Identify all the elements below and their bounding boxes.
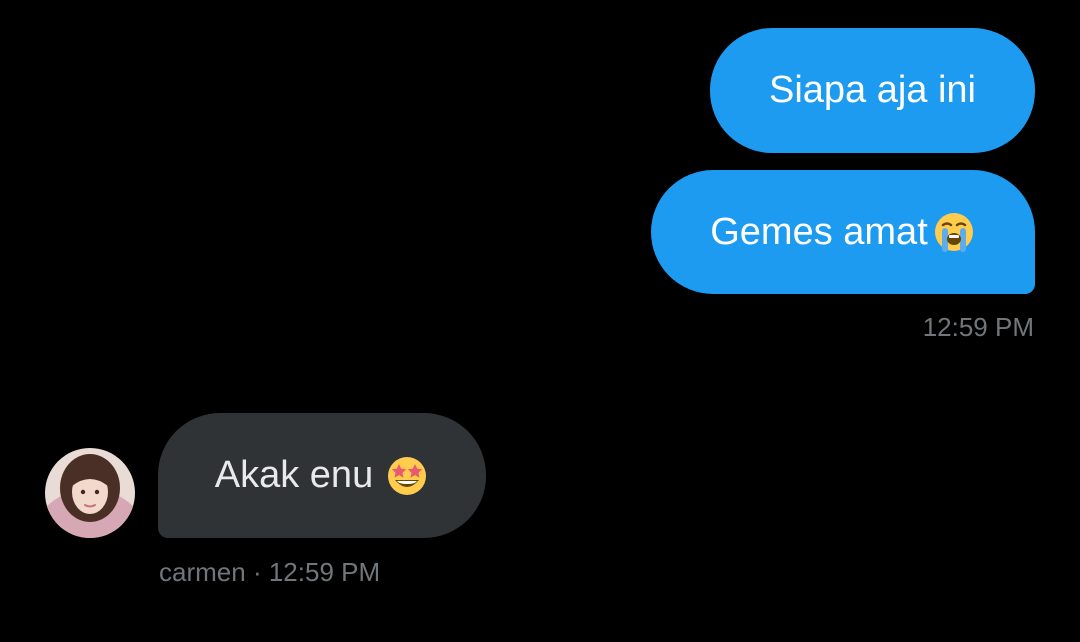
meta-separator: · <box>252 557 262 587</box>
message-timestamp: 12:59 PM <box>922 312 1034 342</box>
message-text: Siapa aja ini <box>768 69 977 111</box>
sender-name[interactable]: carmen <box>159 557 246 587</box>
loudly-crying-face-icon <box>932 210 976 254</box>
message-meta: carmen · 12:59 PM <box>159 557 380 588</box>
incoming-message-bubble[interactable]: Akak enu <box>158 413 486 538</box>
message-timestamp: 12:59 PM <box>268 557 381 587</box>
message-text: Akak enu <box>214 454 374 496</box>
avatar[interactable] <box>45 448 135 538</box>
star-struck-face-icon <box>385 454 429 498</box>
outgoing-message-bubble[interactable]: Gemes amat <box>651 170 1035 294</box>
message-text: Gemes amat <box>710 210 928 253</box>
outgoing-message-bubble[interactable]: Siapa aja ini <box>710 28 1035 153</box>
